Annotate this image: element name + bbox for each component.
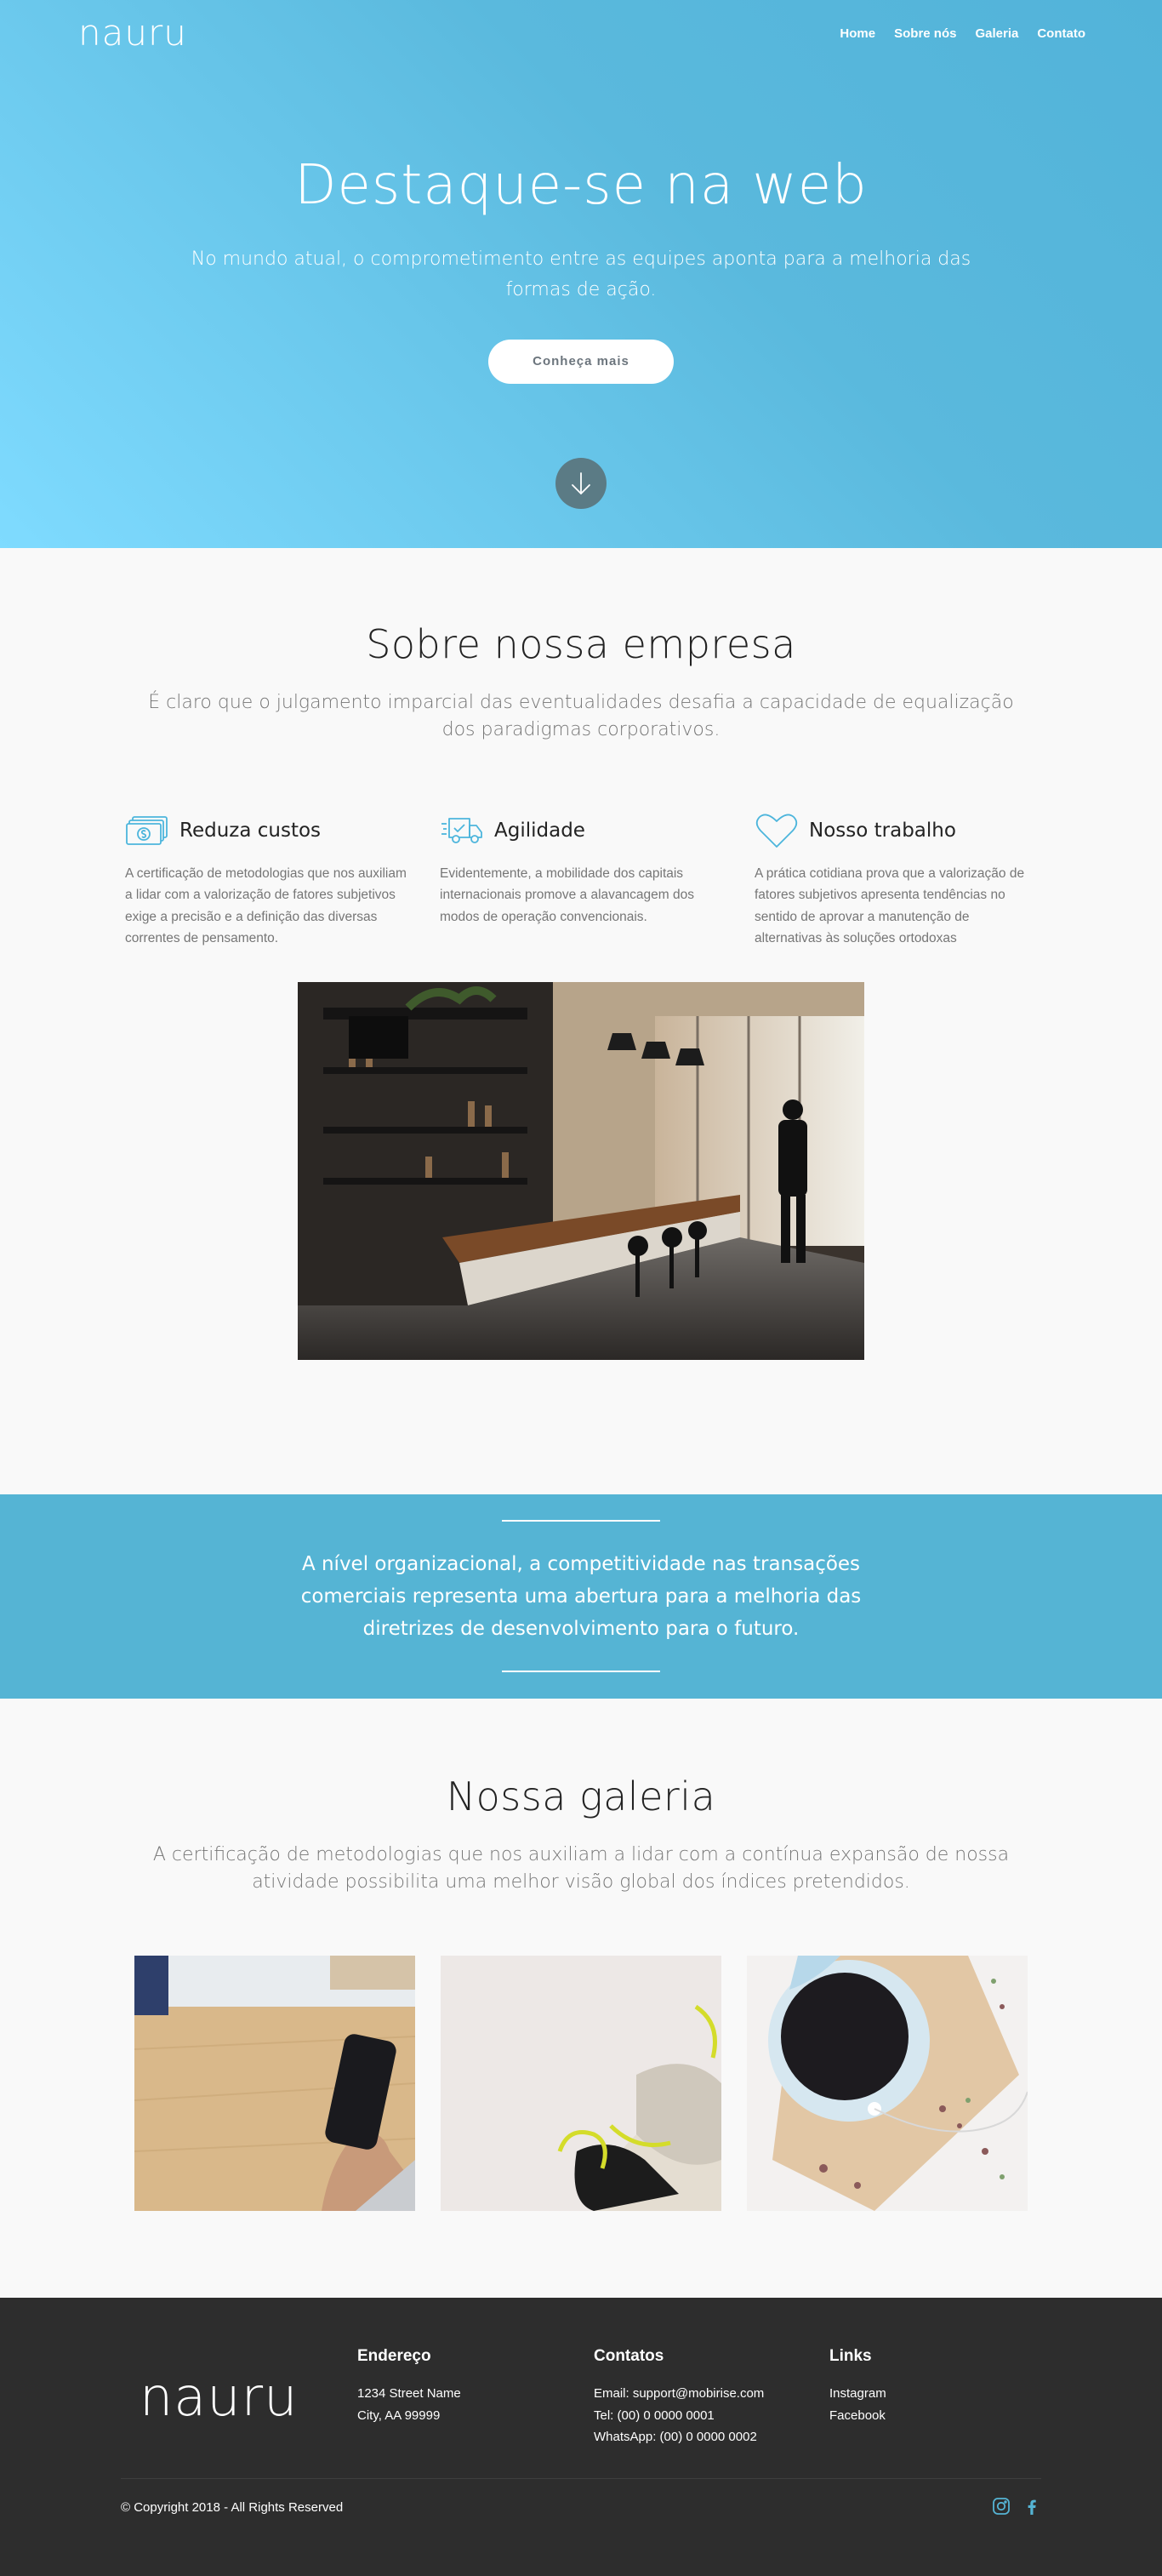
footer-contact-whatsapp: WhatsApp: (00) 0 0000 0002	[594, 2430, 757, 2444]
learn-more-button[interactable]: Conheça mais	[488, 340, 674, 385]
about-section: Sobre nossa empresa É claro que o julgam…	[0, 548, 1162, 1494]
hero-content: Destaque-se na web No mundo atual, o com…	[0, 153, 1162, 385]
nav-contato[interactable]: Contato	[1037, 26, 1085, 41]
footer-address-line: 1234 Street Name	[357, 2386, 461, 2401]
feature-title: Agilidade	[494, 819, 585, 842]
quote-divider-bottom	[502, 1671, 660, 1672]
nav-sobre-nos[interactable]: Sobre nós	[894, 26, 956, 41]
quote-divider-top	[502, 1520, 660, 1522]
footer-address-title: Endereço	[357, 2347, 431, 2365]
hero-section: nauru Home Sobre nós Galeria Contato Des…	[0, 0, 1162, 548]
feature-header: Nosso trabalho	[755, 812, 1037, 849]
gallery-grid	[0, 1955, 1162, 2211]
footer-contact-email[interactable]: Email: support@mobirise.com	[594, 2383, 764, 2405]
gallery-subtitle: A certificação de metodologias que nos a…	[152, 1844, 1010, 1893]
nav-galeria[interactable]: Galeria	[975, 26, 1018, 41]
gallery-image-sneakers[interactable]	[441, 1955, 721, 2211]
feature-card: Nosso trabalho A prática cotidiana prova…	[755, 812, 1037, 950]
features-list: Reduza custos A certificação de metodolo…	[0, 812, 1162, 950]
gallery-title: Nossa galeria	[446, 1773, 716, 1819]
footer-link-facebook[interactable]: Facebook	[829, 2405, 886, 2427]
copyright-text: © Copyright 2018 - All Rights Reserved	[121, 2500, 344, 2515]
social-links	[992, 2497, 1041, 2519]
gallery-section: Nossa galeria A certificação de metodolo…	[0, 1699, 1162, 2298]
gallery-image-phone[interactable]	[134, 1955, 415, 2211]
instagram-icon[interactable]	[992, 2497, 1011, 2519]
gallery-image-coffee[interactable]	[747, 1955, 1028, 2211]
feature-title: Nosso trabalho	[809, 819, 956, 842]
about-subtitle: É claro que o julgamento imparcial das e…	[148, 692, 1014, 740]
hero-title: Destaque-se na web	[294, 154, 868, 217]
feature-text: A prática cotidiana prova que a valoriza…	[755, 865, 1025, 946]
about-title: Sobre nossa empresa	[366, 621, 796, 667]
footer-address-line: City, AA 99999	[357, 2408, 441, 2423]
main-nav: Home Sobre nós Galeria Contato	[840, 26, 1085, 41]
nav-home[interactable]: Home	[840, 26, 875, 41]
footer-contacts-title: Contatos	[594, 2347, 664, 2365]
top-navbar: nauru Home Sobre nós Galeria Contato	[0, 0, 1162, 66]
feature-title: Reduza custos	[179, 819, 322, 842]
scroll-down-button[interactable]	[555, 458, 607, 509]
feature-text: Evidentemente, a mobilidade dos capitais…	[440, 865, 694, 924]
money-icon	[125, 812, 169, 849]
brand-logo[interactable]: nauru	[78, 15, 187, 51]
footer: nauru Endereço 1234 Street Name City, AA…	[0, 2298, 1162, 2576]
hero-subtitle: No mundo atual, o comprometimento entre …	[191, 248, 971, 301]
footer-logo[interactable]: nauru	[140, 2366, 298, 2428]
footer-contact-phone: Tel: (00) 0 0000 0001	[594, 2408, 715, 2423]
feature-card: Reduza custos A certificação de metodolo…	[125, 812, 407, 950]
footer-links: Links Instagram Facebook	[829, 2347, 886, 2426]
footer-address: Endereço 1234 Street Name City, AA 99999	[357, 2347, 461, 2426]
feature-text: A certificação de metodologias que nos a…	[125, 865, 407, 946]
feature-card: Agilidade Evidentemente, a mobilidade do…	[440, 812, 722, 950]
feature-header: Reduza custos	[125, 812, 407, 849]
restaurant-photo	[298, 982, 864, 1361]
arrow-down-icon	[572, 472, 590, 494]
facebook-icon[interactable]	[1022, 2497, 1041, 2519]
footer-divider	[121, 2478, 1041, 2479]
delivery-truck-icon	[440, 812, 484, 849]
quote-banner: A nível organizacional, a competitividad…	[0, 1494, 1162, 1699]
footer-links-title: Links	[829, 2347, 872, 2365]
heart-icon	[755, 812, 799, 849]
footer-contacts: Contatos Email: support@mobirise.com Tel…	[594, 2347, 764, 2448]
quote-text: A nível organizacional, a competitividad…	[300, 1553, 862, 1640]
feature-header: Agilidade	[440, 812, 722, 849]
footer-link-instagram[interactable]: Instagram	[829, 2383, 886, 2405]
